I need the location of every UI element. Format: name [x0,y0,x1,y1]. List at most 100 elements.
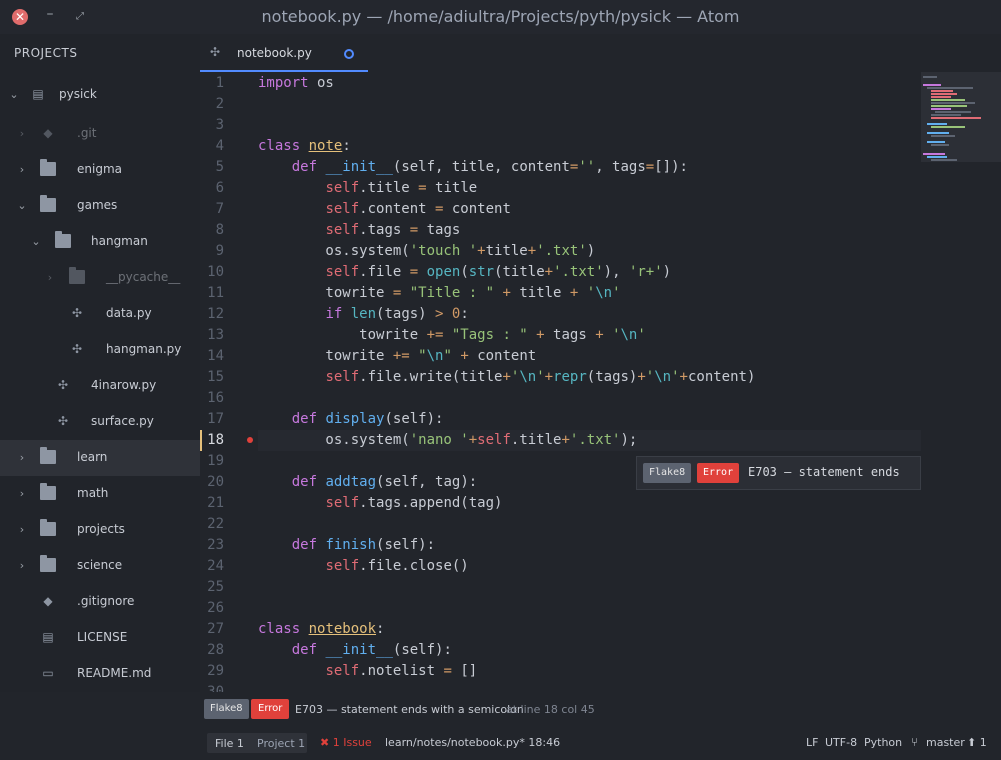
line-number[interactable]: 16 [200,388,224,409]
code-line[interactable]: self.file.write(title+'\n'+repr(tags)+'\… [258,367,755,388]
lint-message[interactable]: E703 — statement ends with a semicolon [295,703,524,716]
line-number[interactable]: 7 [200,199,224,220]
line-number[interactable]: 21 [200,493,224,514]
code-line[interactable]: def __init__(self): [258,640,452,661]
encoding[interactable]: UTF-8 [825,736,857,749]
code-line[interactable]: class notebook: [258,619,384,640]
chevron-right-icon[interactable]: › [16,127,28,140]
line-number[interactable]: 15 [200,367,224,388]
code-line[interactable]: os.system('touch '+title+'.txt') [258,241,595,262]
line-number[interactable]: 3 [200,115,224,136]
code-line[interactable]: towrite += "\n" + content [258,346,536,367]
line-number[interactable]: 25 [200,577,224,598]
code-line[interactable]: def addtag(self, tag): [258,472,477,493]
cursor-position[interactable]: 18:46 [528,736,560,749]
lint-error-marker-icon[interactable] [247,437,253,443]
code-line[interactable]: if len(tags) > 0: [258,304,468,325]
tree-item-hangman[interactable]: ⌄ hangman [0,224,200,260]
tree-item-data-py[interactable]: ✣ data.py [0,296,200,332]
line-number[interactable]: 29 [200,661,224,682]
line-number[interactable]: 9 [200,241,224,262]
modified-indicator-icon[interactable] [344,49,354,59]
code-line[interactable]: self.file.close() [258,556,468,577]
chevron-right-icon[interactable]: › [44,271,56,284]
lint-tooltip[interactable]: Flake8 Error E703 — statement ends [636,456,921,490]
tree-item-surface-py[interactable]: ✣ surface.py [0,404,200,440]
code-line[interactable]: towrite += "Tags : " + tags + '\n' [258,325,646,346]
code-line[interactable]: self.notelist = [] [258,661,477,682]
line-number[interactable]: 8 [200,220,224,241]
code-line[interactable]: self.tags.append(tag) [258,493,502,514]
chevron-down-icon[interactable]: ⌄ [16,199,28,212]
chevron-down-icon[interactable]: ⌄ [8,88,20,101]
line-number[interactable]: 6 [200,178,224,199]
line-number[interactable]: 14 [200,346,224,367]
chevron-right-icon[interactable]: › [16,163,28,176]
project-scope-button[interactable]: Project 1 [257,737,305,750]
line-number[interactable]: 10 [200,262,224,283]
line-number[interactable]: 30 [200,682,224,692]
lint-location[interactable]: at line 18 col 45 [506,703,595,716]
line-number[interactable]: 12 [200,304,224,325]
code-line[interactable]: os.system('nano '+self.title+'.txt'); [258,430,637,451]
chevron-down-icon[interactable]: ⌄ [30,235,42,248]
file-path[interactable]: learn/notes/notebook.py* 18:46 [385,736,560,749]
tree-item-science[interactable]: › science [0,548,200,584]
code-line[interactable]: def finish(self): [258,535,435,556]
line-number[interactable]: 18 [200,430,224,451]
line-number[interactable]: 23 [200,535,224,556]
code-line[interactable]: def display(self): [258,409,444,430]
line-number[interactable]: 4 [200,136,224,157]
line-number[interactable]: 26 [200,598,224,619]
grammar-selector[interactable]: Python [864,736,902,749]
tree-item-gitignore[interactable]: ◆ .gitignore [0,584,200,620]
code-line[interactable]: self.content = content [258,199,510,220]
folder-icon [40,447,56,464]
tree-item-git[interactable]: › ◆ .git [0,116,200,152]
issues-count[interactable]: ✖ 1 Issue [320,736,372,749]
chevron-right-icon[interactable]: › [16,487,28,500]
chevron-right-icon[interactable]: › [16,523,28,536]
git-branch[interactable]: master [926,736,965,749]
tree-item-label: .git [77,126,97,140]
code-line[interactable]: import os [258,73,334,94]
line-number[interactable]: 27 [200,619,224,640]
line-ending[interactable]: LF [806,736,818,749]
tree-item-license[interactable]: ▤ LICENSE [0,620,200,656]
minimap[interactable] [921,72,1001,692]
code-line[interactable]: self.file = open(str(title+'.txt'), 'r+'… [258,262,671,283]
code-editor[interactable]: 1 2 3 4 5 6 7 8 9 10 11 12 13 14 15 16 17 18 19 20 21 22 23 24 2… [200,72,921,692]
chevron-right-icon[interactable]: › [16,559,28,572]
code-line[interactable]: def __init__(self, title, content='', ta… [258,157,688,178]
line-number[interactable]: 24 [200,556,224,577]
line-number[interactable]: 5 [200,157,224,178]
tree-item-projects[interactable]: › projects [0,512,200,548]
line-number[interactable]: 19 [200,451,224,472]
python-icon: ✣ [71,342,83,356]
line-number[interactable]: 2 [200,94,224,115]
tree-item-enigma[interactable]: › enigma [0,152,200,188]
tab-notebook-py[interactable]: ✣ notebook.py [200,34,368,72]
git-push-status[interactable]: ⬆ 1 [967,736,987,749]
line-number[interactable]: 11 [200,283,224,304]
tree-item-hangman-py[interactable]: ✣ hangman.py [0,332,200,368]
tree-item-games[interactable]: ⌄ games [0,188,200,224]
line-number[interactable]: 28 [200,640,224,661]
code-line[interactable]: self.tags = tags [258,220,460,241]
code-line[interactable]: self.title = title [258,178,477,199]
line-number[interactable]: 20 [200,472,224,493]
tree-item-math[interactable]: › math [0,476,200,512]
line-number[interactable]: 13 [200,325,224,346]
line-number[interactable]: 1 [200,73,224,94]
file-scope-button[interactable]: File 1 [215,737,244,750]
tree-item-pysick[interactable]: ⌄ ▤ pysick [0,77,200,113]
chevron-right-icon[interactable]: › [16,451,28,464]
tree-item-learn[interactable]: › learn [0,440,200,476]
code-line[interactable]: class note: [258,136,351,157]
code-line[interactable]: towrite = "Title : " + title + '\n' [258,283,620,304]
line-number[interactable]: 22 [200,514,224,535]
tree-item-readme[interactable]: ▭ README.md [0,656,200,692]
line-number[interactable]: 17 [200,409,224,430]
tree-item-4inarow-py[interactable]: ✣ 4inarow.py [0,368,200,404]
tree-item-pycache[interactable]: › __pycache__ [0,260,200,296]
